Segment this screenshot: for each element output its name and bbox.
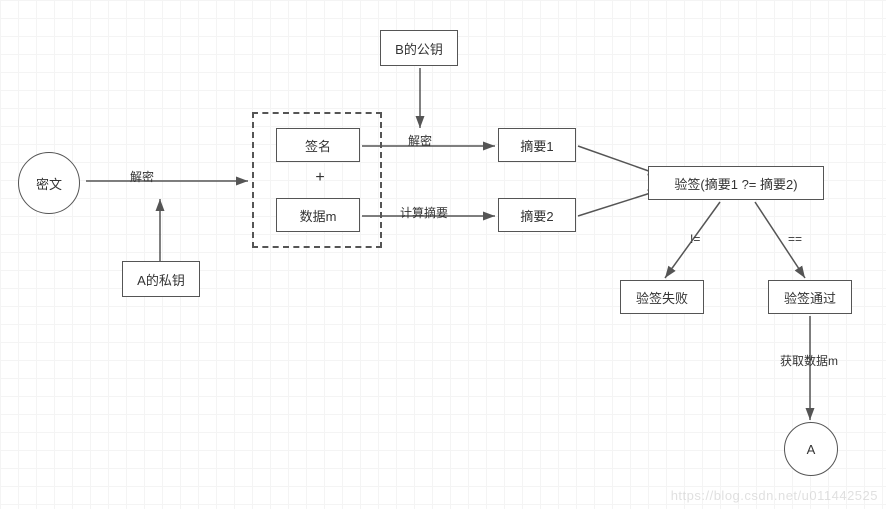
node-b-public-key: B的公钥 [380, 30, 458, 66]
edge-label-decrypt2: 解密 [408, 132, 432, 149]
label: A [807, 442, 816, 457]
watermark-text: https://blog.csdn.net/u011442525 [671, 488, 878, 503]
diagram-edges [0, 0, 886, 509]
node-a-private-key: A的私钥 [122, 261, 200, 297]
label: 验签失败 [636, 288, 688, 307]
node-ciphertext: 密文 [18, 152, 80, 214]
label: 摘要2 [520, 206, 553, 225]
node-signature: 签名 [276, 128, 360, 162]
node-verify-pass: 验签通过 [768, 280, 852, 314]
label: B的公钥 [395, 39, 443, 58]
label: A的私钥 [137, 270, 185, 289]
label: 密文 [36, 174, 62, 193]
node-verify-fail: 验签失败 [620, 280, 704, 314]
label: 摘要1 [520, 136, 553, 155]
edge-label-decrypt1: 解密 [130, 168, 154, 185]
node-digest1: 摘要1 [498, 128, 576, 162]
edge-label-eq: == [788, 232, 802, 246]
node-verify: 验签(摘要1 ?= 摘要2) [648, 166, 824, 200]
label: 验签(摘要1 ?= 摘要2) [674, 174, 797, 193]
label: + [315, 169, 324, 187]
label: 数据m [300, 206, 337, 225]
node-digest2: 摘要2 [498, 198, 576, 232]
edge-label-compute-digest: 计算摘要 [400, 204, 448, 221]
label: 验签通过 [784, 288, 836, 307]
edge-label-get-data: 获取数据m [780, 352, 838, 369]
node-data-m: 数据m [276, 198, 360, 232]
edge-label-neq: != [690, 232, 700, 246]
node-end-a: A [784, 422, 838, 476]
label: 签名 [305, 136, 331, 155]
plus-symbol: + [310, 168, 330, 188]
